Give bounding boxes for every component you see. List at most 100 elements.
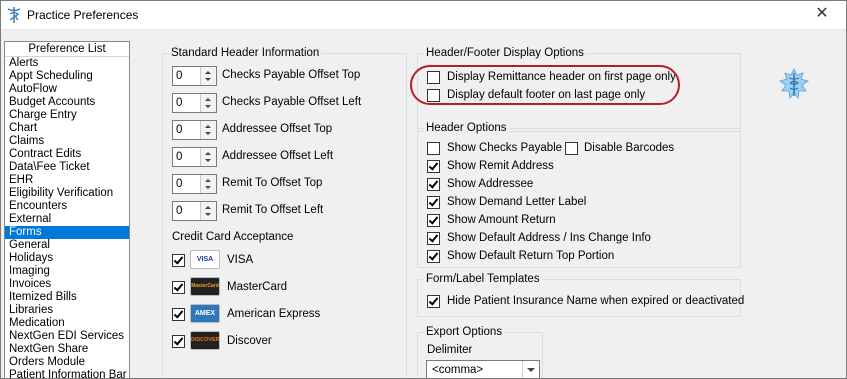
spin-up-icon[interactable] xyxy=(205,98,211,101)
list-item[interactable]: Medication xyxy=(5,317,129,330)
delimiter-label: Delimiter xyxy=(427,344,473,356)
list-item[interactable]: Itemized Bills xyxy=(5,291,129,304)
spin-up-icon[interactable] xyxy=(205,206,211,209)
chevron-down-icon[interactable] xyxy=(522,361,539,378)
visa-card-icon: VISA xyxy=(190,250,220,269)
american-express-card-icon: AMEX xyxy=(190,304,220,323)
preference-list-header: Preference List xyxy=(5,42,129,57)
delimiter-select[interactable]: <comma> xyxy=(426,360,540,378)
list-item[interactable]: Imaging xyxy=(5,265,129,278)
hide-patient-insurance-name-label: Hide Patient Insurance Name when expired… xyxy=(447,295,745,307)
list-item[interactable]: Claims xyxy=(5,135,129,148)
list-item[interactable]: Appt Scheduling xyxy=(5,70,129,83)
addressee-offset-top-label: Addressee Offset Top xyxy=(222,123,333,135)
spinner-value[interactable]: 0 xyxy=(176,123,182,137)
list-item[interactable]: EHR xyxy=(5,174,129,187)
spin-up-icon[interactable] xyxy=(205,152,211,155)
preference-list[interactable]: Preference List Alerts Appt Scheduling Aut… xyxy=(4,41,130,378)
list-item[interactable]: Data\Fee Ticket xyxy=(5,161,129,174)
addressee-offset-top-spinner[interactable]: 0 xyxy=(172,120,217,140)
list-item[interactable]: NextGen EDI Services xyxy=(5,330,129,343)
highlight-oval xyxy=(410,65,680,105)
checks-payable-offset-left-spinner[interactable]: 0 xyxy=(172,93,217,113)
american-express-label: American Express xyxy=(227,308,321,320)
list-item[interactable]: Patient Information Bar xyxy=(5,369,129,378)
show-amount-return-label: Show Amount Return xyxy=(447,214,556,226)
title-bar: Practice Preferences ✕ xyxy=(1,1,846,29)
remit-to-offset-left-spinner[interactable]: 0 xyxy=(172,201,217,221)
show-checks-payable-label: Show Checks Payable xyxy=(447,142,563,154)
window-title: Practice Preferences xyxy=(27,8,139,22)
spin-up-icon[interactable] xyxy=(205,179,211,182)
header-options-group: Header Options Show Checks Payable Disab… xyxy=(417,121,741,268)
form-label-templates-legend: Form/Label Templates xyxy=(424,272,542,286)
show-checks-payable-checkbox[interactable] xyxy=(427,142,440,155)
list-item[interactable]: Forms xyxy=(5,226,129,239)
spin-down-icon[interactable] xyxy=(205,213,211,216)
addressee-offset-left-label: Addressee Offset Left xyxy=(222,150,334,162)
list-item[interactable]: Alerts xyxy=(5,57,129,70)
list-item[interactable]: NextGen Share xyxy=(5,343,129,356)
discover-card-icon: DISCOVER xyxy=(190,331,220,350)
spin-down-icon[interactable] xyxy=(205,78,211,81)
show-addressee-label: Show Addressee xyxy=(447,178,534,190)
spin-down-icon[interactable] xyxy=(205,186,211,189)
checks-payable-offset-top-spinner[interactable]: 0 xyxy=(172,66,217,86)
mastercard-label: MasterCard xyxy=(227,281,288,293)
hide-patient-insurance-name-checkbox[interactable] xyxy=(427,295,440,308)
list-item[interactable]: Encounters xyxy=(5,200,129,213)
remit-to-offset-left-label: Remit To Offset Left xyxy=(222,204,324,216)
spinner-value[interactable]: 0 xyxy=(176,69,182,83)
show-demand-letter-label-label: Show Demand Letter Label xyxy=(447,196,587,208)
list-item[interactable]: Invoices xyxy=(5,278,129,291)
spinner-value[interactable]: 0 xyxy=(176,96,182,110)
spin-up-icon[interactable] xyxy=(205,71,211,74)
mastercard-checkbox[interactable] xyxy=(172,281,185,294)
list-item[interactable]: Libraries xyxy=(5,304,129,317)
practice-preferences-window: Practice Preferences ✕ Preference List A… xyxy=(0,0,847,379)
spinner-value[interactable]: 0 xyxy=(176,204,182,218)
show-default-return-top-checkbox[interactable] xyxy=(427,250,440,263)
spin-down-icon[interactable] xyxy=(205,159,211,162)
close-icon[interactable]: ✕ xyxy=(812,4,832,24)
spin-down-icon[interactable] xyxy=(205,105,211,108)
show-amount-return-checkbox[interactable] xyxy=(427,214,440,227)
list-item[interactable]: Orders Module xyxy=(5,356,129,369)
show-default-return-top-label: Show Default Return Top Portion xyxy=(447,250,615,262)
list-item[interactable]: Holidays xyxy=(5,252,129,265)
list-item[interactable]: Chart xyxy=(5,122,129,135)
spin-up-icon[interactable] xyxy=(205,125,211,128)
caduceus-logo-icon xyxy=(779,68,809,99)
disable-barcodes-checkbox[interactable] xyxy=(565,142,578,155)
addressee-offset-left-spinner[interactable]: 0 xyxy=(172,147,217,167)
list-item[interactable]: Charge Entry xyxy=(5,109,129,122)
visa-checkbox[interactable] xyxy=(172,254,185,267)
list-item[interactable]: Budget Accounts xyxy=(5,96,129,109)
show-demand-letter-label-checkbox[interactable] xyxy=(427,196,440,209)
show-default-address-label: Show Default Address / Ins Change Info xyxy=(447,232,651,244)
export-options-group: Export Options Delimiter <comma> xyxy=(417,325,543,378)
show-remit-address-checkbox[interactable] xyxy=(427,160,440,173)
spin-down-icon[interactable] xyxy=(205,132,211,135)
discover-checkbox[interactable] xyxy=(172,335,185,348)
show-remit-address-label: Show Remit Address xyxy=(447,160,554,172)
show-addressee-checkbox[interactable] xyxy=(427,178,440,191)
spinner-value[interactable]: 0 xyxy=(176,150,182,164)
form-label-templates-group: Form/Label Templates Hide Patient Insura… xyxy=(417,272,745,317)
show-default-address-checkbox[interactable] xyxy=(427,232,440,245)
delimiter-select-value: <comma> xyxy=(432,364,484,376)
list-item[interactable]: Eligibility Verification xyxy=(5,187,129,200)
checks-payable-offset-left-label: Checks Payable Offset Left xyxy=(222,96,362,108)
american-express-checkbox[interactable] xyxy=(172,308,185,321)
mastercard-card-icon: MasterCard xyxy=(190,277,220,296)
list-item[interactable]: General xyxy=(5,239,129,252)
list-item[interactable]: AutoFlow xyxy=(5,83,129,96)
list-item[interactable]: External xyxy=(5,213,129,226)
visa-label: VISA xyxy=(227,254,254,266)
spinner-value[interactable]: 0 xyxy=(176,177,182,191)
export-options-legend: Export Options xyxy=(424,325,505,339)
remit-to-offset-top-spinner[interactable]: 0 xyxy=(172,174,217,194)
discover-label: Discover xyxy=(227,335,272,347)
list-item[interactable]: Contract Edits xyxy=(5,148,129,161)
header-options-legend: Header Options xyxy=(424,121,509,135)
